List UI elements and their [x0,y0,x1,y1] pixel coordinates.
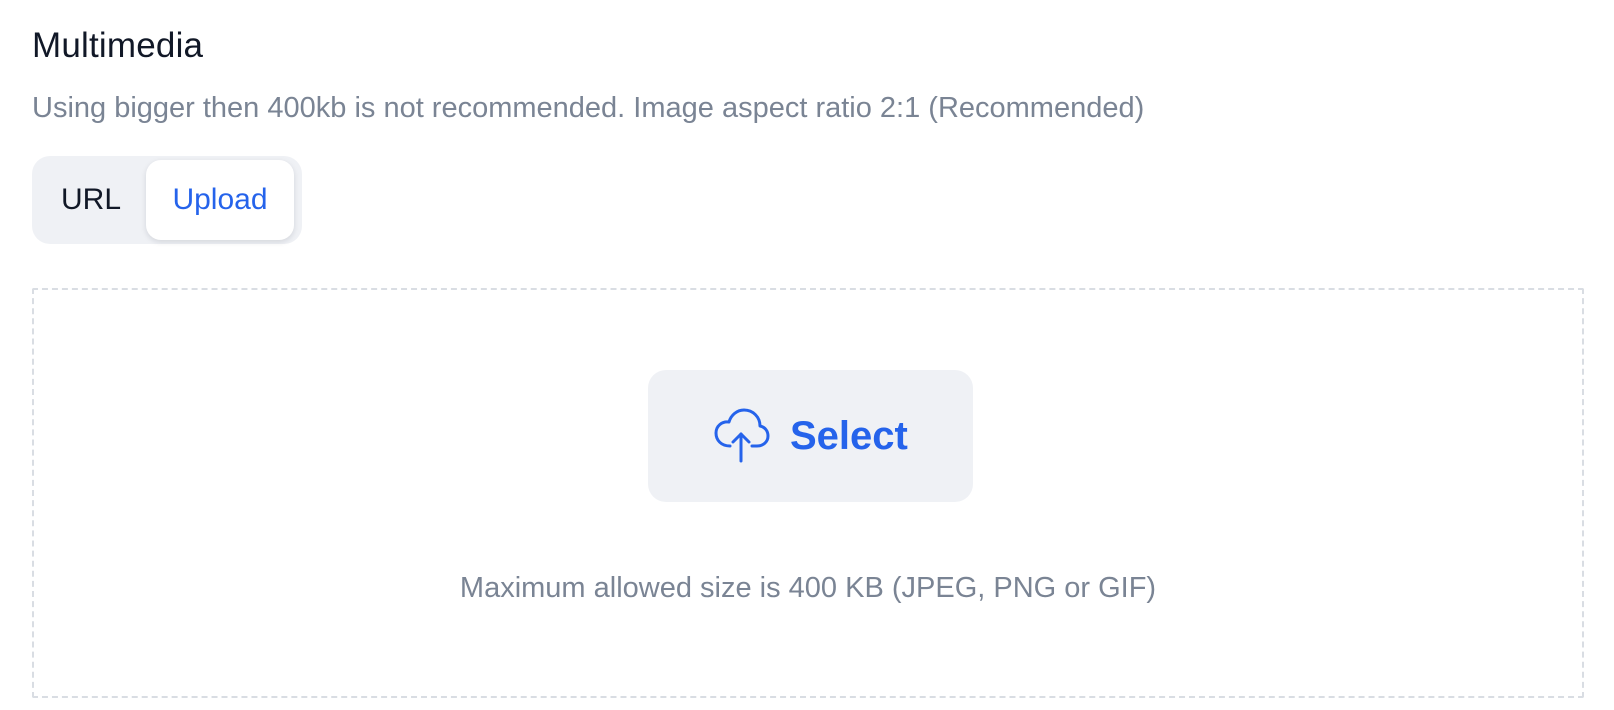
select-button-label: Select [790,414,908,458]
cloud-upload-icon [714,408,770,463]
source-toggle: URL Upload [32,156,302,244]
section-title: Multimedia [32,26,204,65]
section-subtitle: Using bigger then 400kb is not recommend… [32,92,1145,124]
select-file-button[interactable]: Select [648,370,973,502]
url-tab[interactable]: URL [36,160,146,240]
upload-dropzone[interactable]: Select Maximum allowed size is 400 KB (J… [32,288,1584,698]
upload-size-hint: Maximum allowed size is 400 KB (JPEG, PN… [459,572,1157,604]
upload-tab[interactable]: Upload [146,160,294,240]
